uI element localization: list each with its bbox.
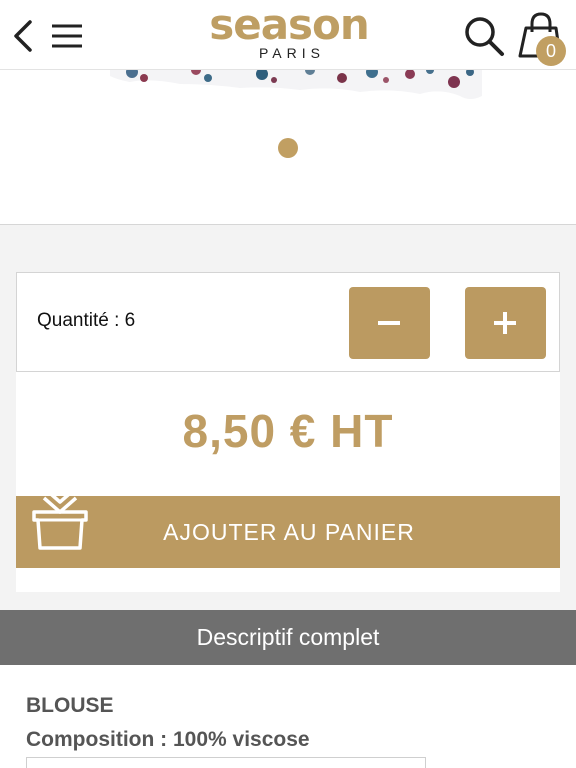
- cart-count-badge: 0: [536, 36, 566, 66]
- hamburger-icon: [52, 24, 82, 48]
- brand-logo[interactable]: season PARIS: [178, 2, 400, 64]
- search-button[interactable]: [462, 14, 506, 58]
- product-price: 8,50 € HT: [182, 405, 394, 457]
- description-title: Descriptif complet: [196, 624, 380, 650]
- description-toggle[interactable]: Descriptif complet: [0, 610, 576, 665]
- menu-button[interactable]: [50, 22, 84, 50]
- carousel-dot-active[interactable]: [278, 138, 298, 158]
- quantity-label: Quantité : 6: [37, 310, 136, 331]
- top-header: season PARIS 0: [0, 0, 576, 70]
- product-type: BLOUSE: [26, 694, 114, 717]
- search-icon: [465, 17, 504, 56]
- logo-wordmark: season: [209, 0, 370, 49]
- add-to-cart-label: AJOUTER AU PANIER: [163, 519, 415, 545]
- quantity-decrease-button[interactable]: [349, 287, 430, 359]
- back-button[interactable]: [8, 18, 38, 54]
- description-table: [26, 757, 426, 768]
- plus-icon: [494, 312, 516, 334]
- basket-icon: [30, 484, 90, 554]
- minus-icon: [378, 321, 400, 325]
- product-composition: Composition : 100% viscose: [26, 728, 310, 751]
- add-to-cart-button[interactable]: AJOUTER AU PANIER: [16, 496, 560, 568]
- chevron-left-icon: [14, 20, 32, 52]
- quantity-increase-button[interactable]: [465, 287, 546, 359]
